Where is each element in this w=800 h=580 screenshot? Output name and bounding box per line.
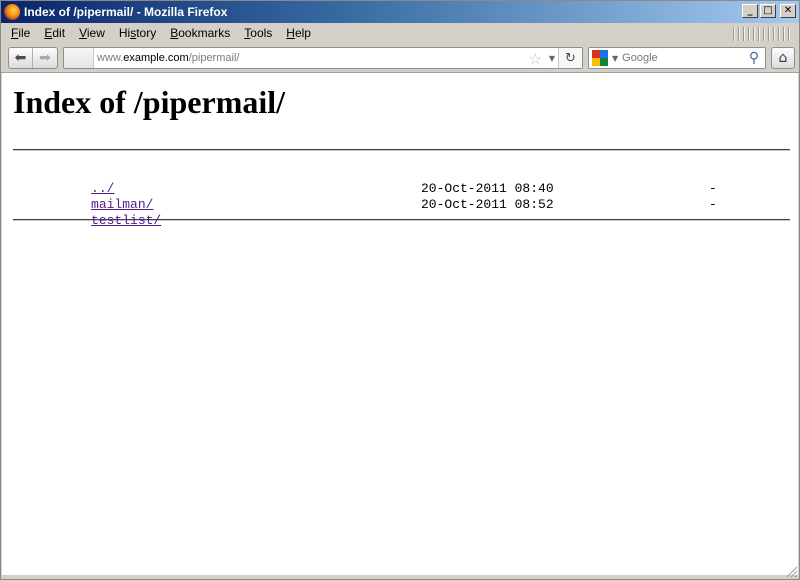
menu-view[interactable]: View [73,26,113,40]
url-path: /pipermail/ [188,52,240,64]
url-prefix: www. [97,52,124,64]
home-icon: ⌂ [778,50,788,66]
title-bar[interactable]: Index of /pipermail/ - Mozilla Firefox _… [1,1,799,23]
search-input[interactable]: Google [622,52,743,64]
back-arrow-icon: ⬅ [14,50,27,66]
resize-grip-icon[interactable] [785,565,797,577]
magnifier-icon: ⚲ [748,50,760,66]
reload-icon: ↻ [565,50,576,66]
menu-bar: File Edit View History Bookmarks Tools H… [1,23,799,43]
address-bar[interactable]: www.example.com/pipermail/ ☆ ▼ ↻ [63,47,583,69]
minimize-button[interactable]: _ [742,4,758,18]
directory-listing: ../ mailman/ 20-Oct-2011 08:40 - testlis… [13,165,788,228]
entry-size: - [709,181,717,196]
firefox-logo-icon [4,4,20,20]
entry-size: - [709,197,717,212]
list-item: testlist/ 20-Oct-2011 08:52 - [13,197,788,228]
reload-button[interactable]: ↻ [558,48,582,68]
maximize-button[interactable]: □ [760,4,776,18]
navigation-toolbar: ⬅ ➡ www.example.com/pipermail/ ☆ ▼ ↻ ▼ G… [1,43,799,73]
menu-help[interactable]: Help [280,26,319,40]
url-host: example.com [123,52,189,64]
window-controls: _ □ ✕ [742,4,796,18]
site-identity-button[interactable] [64,48,94,68]
home-button[interactable]: ⌂ [771,47,795,69]
forward-button[interactable]: ➡ [33,48,57,68]
maximize-icon: □ [763,5,773,16]
bookmark-star-icon[interactable]: ☆ [529,50,542,68]
forward-arrow-icon: ➡ [39,50,51,66]
list-item: mailman/ 20-Oct-2011 08:40 - [13,181,788,212]
menu-file[interactable]: File [1,26,38,40]
top-divider [13,149,790,151]
engine-dropdown-icon[interactable]: ▼ [612,54,618,63]
search-button[interactable]: ⚲ [743,48,765,68]
minimize-icon: _ [747,5,753,16]
menu-history[interactable]: History [113,26,164,40]
close-button[interactable]: ✕ [780,4,796,18]
browser-window: Index of /pipermail/ - Mozilla Firefox _… [0,0,800,580]
google-engine-icon[interactable] [592,50,608,66]
entry-date: 20-Oct-2011 08:40 [421,181,554,196]
menu-edit[interactable]: Edit [38,26,73,40]
window-title: Index of /pipermail/ - Mozilla Firefox [24,5,228,19]
entry-date: 20-Oct-2011 08:52 [421,197,554,212]
toolbar-grip[interactable] [733,27,793,41]
menu-tools[interactable]: Tools [238,26,280,40]
history-dropdown-icon[interactable]: ▼ [549,54,555,63]
back-button[interactable]: ⬅ [9,48,34,68]
page-content: Index of /pipermail/ ../ mailman/ 20-Oct… [2,73,798,575]
close-icon: ✕ [783,5,793,16]
search-bar[interactable]: ▼ Google ⚲ [588,47,766,69]
url-text[interactable]: www.example.com/pipermail/ [97,52,582,64]
page-title: Index of /pipermail/ [13,84,286,120]
back-forward-group: ⬅ ➡ [8,47,58,69]
list-item: ../ [13,165,788,196]
testlist-link[interactable]: testlist/ [91,213,161,228]
menu-bookmarks[interactable]: Bookmarks [164,26,238,40]
